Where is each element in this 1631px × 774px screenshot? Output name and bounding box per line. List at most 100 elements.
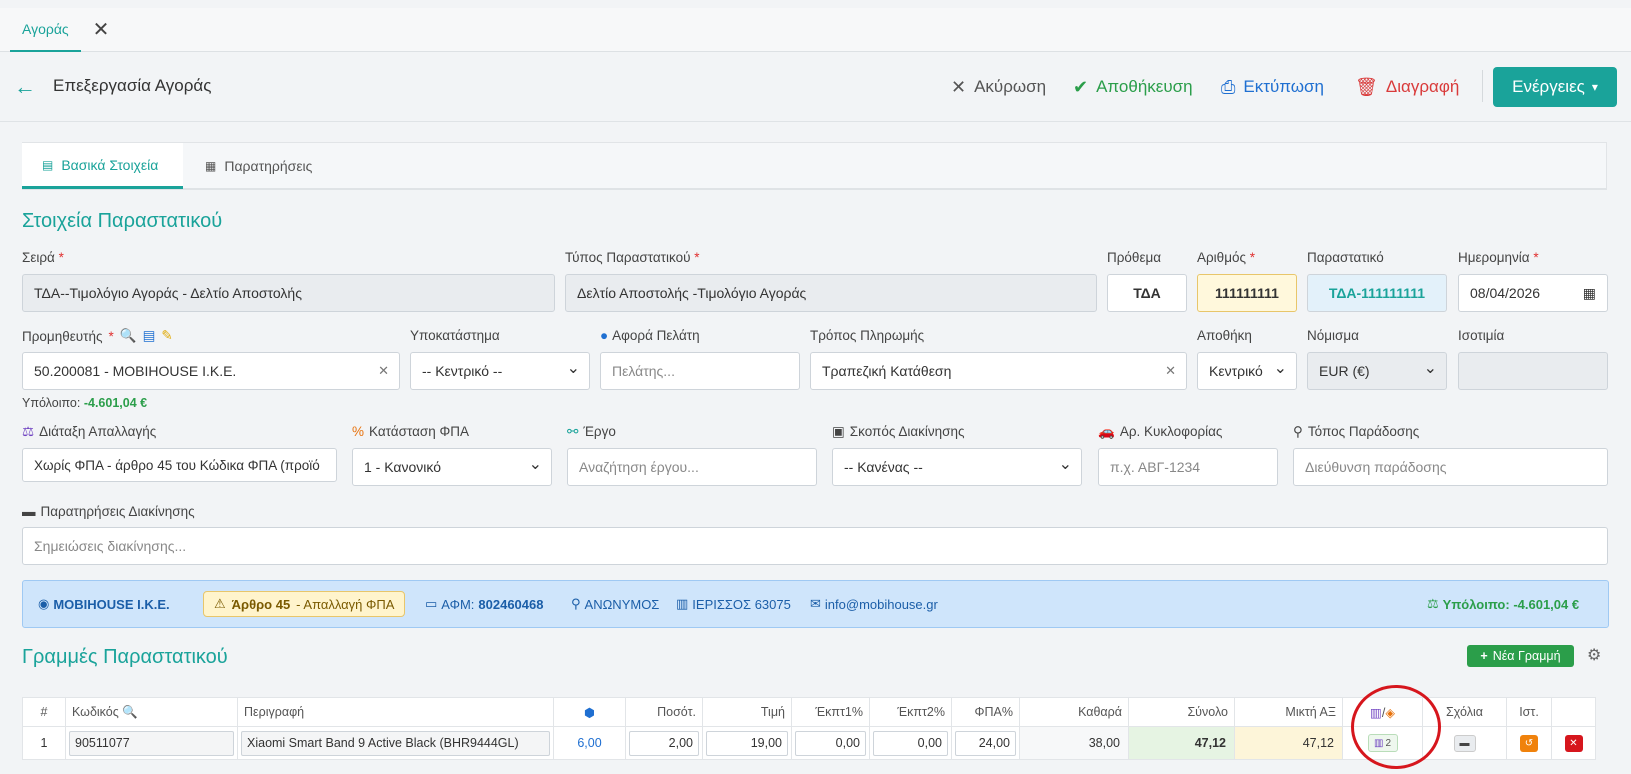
prefix-field[interactable]: ΤΔΑ — [1107, 274, 1187, 312]
clear-icon[interactable]: ✕ — [1165, 363, 1176, 379]
warehouse-label: Αποθήκη — [1197, 328, 1252, 343]
tab-agoras[interactable]: Αγοράς — [10, 8, 81, 52]
number-label: Αριθμός * — [1197, 250, 1256, 265]
date-field[interactable]: 08/04/2026 ▦ — [1458, 274, 1608, 312]
edit-icon[interactable]: ✎ — [161, 328, 172, 344]
description-input[interactable]: Xiaomi Smart Band 9 Active Black (BHR944… — [241, 730, 550, 756]
save-button[interactable]: ✔ Αποθήκευση — [1073, 74, 1193, 100]
delete-row-icon[interactable]: ✕ — [1564, 734, 1583, 752]
back-arrow-icon[interactable]: ← — [14, 74, 36, 100]
lines-title: Γραμμές Παραστατικού — [22, 646, 228, 668]
plate-label: 🚗 Αρ. Κυκλοφορίας — [1098, 424, 1223, 439]
branch-label: Υποκατάστημα — [410, 328, 500, 343]
date-label: Ημερομηνία * — [1458, 250, 1539, 265]
project-label: ⚯ Έργο — [567, 424, 616, 439]
plus-icon: + — [1480, 649, 1488, 663]
stock-value[interactable]: 6,00 — [553, 726, 626, 760]
project-icon: ⚯ — [567, 424, 579, 439]
tab-basic-info[interactable]: ▤ Βασικά Στοιχεία — [22, 143, 183, 189]
discount1-input[interactable]: 0,00 — [795, 730, 866, 756]
gear-icon[interactable]: ⚙ — [1587, 645, 1601, 665]
comment-icon[interactable]: ▬ — [1453, 734, 1476, 752]
project-input[interactable]: Αναζήτηση έργου... — [567, 448, 817, 486]
col-delete — [1551, 697, 1596, 727]
number-field[interactable]: 111111111 — [1197, 274, 1297, 312]
col-stock: ⬢ — [553, 697, 626, 727]
cancel-button[interactable]: ✕ Ακύρωση — [951, 74, 1046, 100]
new-line-button[interactable]: + Νέα Γραμμή — [1467, 645, 1574, 667]
rate-field[interactable] — [1458, 352, 1608, 390]
clear-icon[interactable]: ✕ — [378, 363, 389, 379]
row-number: 1 — [22, 726, 66, 760]
col-history: Ιστ. — [1506, 697, 1552, 727]
id-card-icon: ▭ — [425, 596, 438, 611]
list-icon[interactable]: ▤ — [143, 328, 156, 344]
print-button[interactable]: ⎙ Εκτύπωση — [1221, 74, 1324, 100]
vat-status-select[interactable]: 1 - Κανονικό — [352, 448, 552, 486]
actions-dropdown-button[interactable]: Ενέργειες ▾ — [1493, 67, 1617, 107]
afm-info: ▭ ΑΦΜ: 802460468 — [425, 596, 544, 612]
page-title: Επεξεργασία Αγοράς — [53, 76, 212, 95]
discount2-input[interactable]: 0,00 — [873, 730, 948, 756]
move-notes-input[interactable]: Σημειώσεις διακίνησης... — [22, 527, 1608, 565]
plate-input[interactable]: π.χ. ΑΒΓ-1234 — [1098, 448, 1278, 486]
currency-select[interactable]: EUR (€) — [1307, 352, 1447, 390]
col-description: Περιγραφή — [237, 697, 554, 727]
supplier-field[interactable]: 50.200081 - MOBIHOUSE I.K.E. ✕ — [22, 352, 400, 390]
user-circle-icon: ◉ — [38, 596, 50, 611]
document-label: Παραστατικό — [1307, 250, 1384, 265]
supplier-name: ◉ MOBIHOUSE I.K.E. — [38, 596, 170, 612]
col-discount2: Έκπτ2% — [869, 697, 952, 727]
trash-icon: 🗑 — [1355, 76, 1378, 97]
history-cell: ↺ — [1506, 726, 1552, 760]
payment-field[interactable]: Τραπεζική Κατάθεση ✕ — [810, 352, 1187, 390]
series-select[interactable]: ΤΔΑ--Τιμολόγιο Αγοράς - Δελτίο Αποστολής — [22, 274, 555, 312]
code-cell: 90511077 — [65, 726, 238, 760]
location-icon: ⚲ — [1293, 424, 1303, 439]
building-icon: ▥ — [676, 596, 689, 611]
car-icon: 🚗 — [1098, 424, 1115, 439]
qty-input[interactable]: 2,00 — [629, 730, 699, 756]
search-icon[interactable]: 🔍 — [122, 705, 138, 719]
scale-icon: ⚖ — [1427, 596, 1439, 611]
discount2-cell: 0,00 — [869, 726, 952, 760]
branch-select[interactable]: -- Κεντρικό -- — [410, 352, 590, 390]
purpose-select[interactable]: -- Κανένας -- — [832, 448, 1082, 486]
customer-input[interactable]: Πελάτης... — [600, 352, 800, 390]
clipboard-icon: ▣ — [832, 424, 845, 439]
tab-bar — [0, 8, 1631, 52]
price-input[interactable]: 19,00 — [706, 730, 788, 756]
customer-label: ● Αφορά Πελάτη — [600, 328, 700, 343]
rate-label: Ισοτιμία — [1458, 328, 1505, 343]
note-icon: ▦ — [205, 159, 217, 173]
close-icon[interactable]: ✕ — [90, 18, 112, 41]
delete-button[interactable]: 🗑 Διαγραφή — [1355, 74, 1459, 100]
description-cell: Xiaomi Smart Band 9 Active Black (BHR944… — [237, 726, 554, 760]
calendar-icon[interactable]: ▦ — [1583, 285, 1596, 302]
doctype-select[interactable]: Δελτίο Αποστολής -Τιμολόγιο Αγοράς — [565, 274, 1097, 312]
cubes-icon: ⬢ — [584, 705, 595, 720]
total-value: 47,12 — [1128, 726, 1235, 760]
area-info: ▥ ΙΕΡΙΣΣΟΣ 63075 — [676, 596, 791, 612]
warehouse-select[interactable]: Κεντρικό — [1197, 352, 1297, 390]
divider — [1482, 70, 1483, 102]
city-info: ⚲ ΑΝΩΝΥΜΟΣ — [571, 596, 660, 612]
code-input[interactable]: 90511077 — [69, 730, 234, 756]
vat-input[interactable]: 24,00 — [955, 730, 1016, 756]
col-gross: Μικτή ΑΞ — [1234, 697, 1343, 727]
col-price: Τιμή — [702, 697, 792, 727]
tab-notes[interactable]: ▦ Παρατηρήσεις — [185, 143, 332, 189]
search-icon[interactable]: 🔍 — [120, 328, 137, 344]
document-field[interactable]: ΤΔΑ-111111111 — [1307, 274, 1447, 312]
discount1-cell: 0,00 — [791, 726, 870, 760]
history-icon[interactable]: ↺ — [1520, 734, 1538, 752]
email-info[interactable]: ✉ info@mobihouse.gr — [810, 596, 938, 612]
exemption-field[interactable]: Χωρίς ΦΠΑ - άρθρο 45 του Κώδικα ΦΠΑ (προ… — [22, 448, 337, 482]
warning-icon: ⚠ — [214, 596, 226, 611]
payment-label: Τρόπος Πληρωμής — [810, 328, 925, 343]
currency-label: Νόμισμα — [1307, 328, 1359, 343]
delivery-input[interactable]: Διεύθυνση παράδοσης — [1293, 448, 1608, 486]
qty-cell: 2,00 — [625, 726, 703, 760]
vat-exemption-badge: ⚠ Άρθρο 45- Απαλλαγή ΦΠΑ — [203, 591, 406, 617]
col-number: # — [22, 697, 66, 727]
